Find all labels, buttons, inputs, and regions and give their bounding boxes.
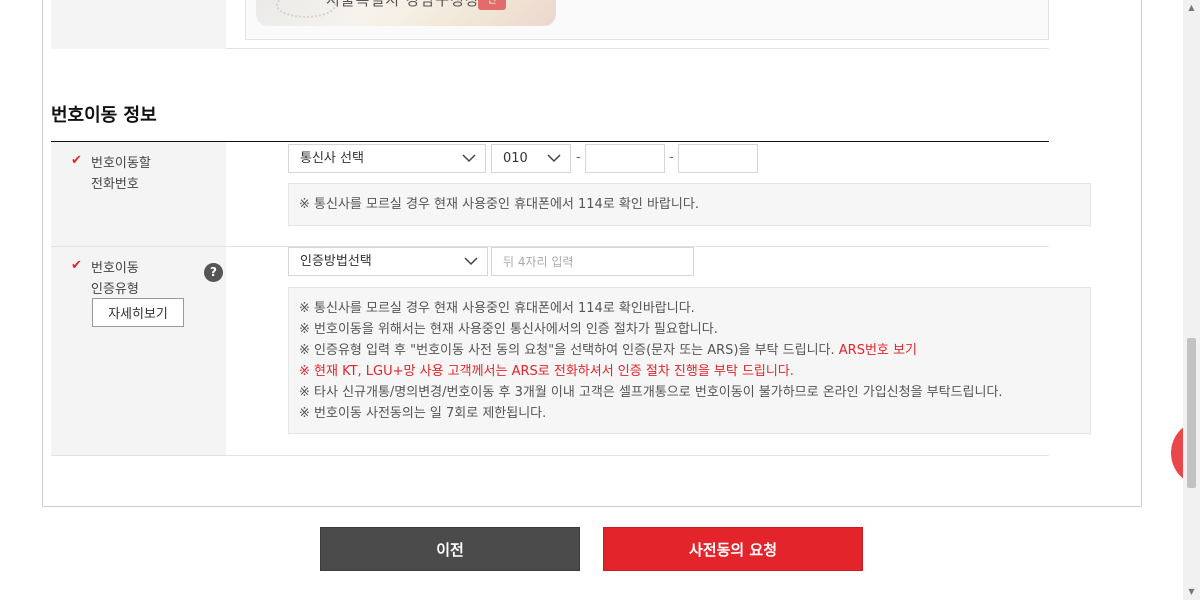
auth-method-select[interactable]: 인증방법선택 bbox=[288, 247, 488, 276]
chevron-down-icon bbox=[464, 257, 478, 266]
phone-notice-box: ※ 통신사를 모르실 경우 현재 사용중인 휴대폰에서 114로 확인 바랍니다… bbox=[288, 183, 1091, 226]
id-card-row: 서울특별시 강남구청장 인 bbox=[51, 0, 1049, 49]
auth-notice-line: ※ 인증유형 입력 후 "번호이동 사전 동의 요청"을 선택하여 인증(문자 … bbox=[299, 340, 1080, 361]
auth-notice-box: ※ 통신사를 모르실 경우 현재 사용중인 휴대폰에서 114로 확인바랍니다.… bbox=[288, 287, 1091, 434]
auth-type-label: 번호이동 인증유형 bbox=[91, 258, 139, 300]
chevron-down-icon bbox=[462, 154, 476, 163]
phone-number-row: ✔ 번호이동할 전화번호 통신사 선택 010 - - ※ 통신사를 모르실 경… bbox=[51, 142, 1091, 247]
phone-number-label-line2: 전화번호 bbox=[91, 177, 139, 192]
check-icon: ✔ bbox=[71, 258, 82, 273]
auth-notice-text: ※ 인증유형 입력 후 "번호이동 사전 동의 요청"을 선택하여 인증(문자 … bbox=[299, 343, 835, 358]
auth-method-select-value: 인증방법선택 bbox=[300, 254, 372, 269]
auth-type-row: ✔ 번호이동 인증유형 ? 자세히보기 인증방법선택 ※ 통신사를 모르실 경우… bbox=[51, 247, 1091, 456]
carrier-select[interactable]: 통신사 선택 bbox=[288, 144, 486, 173]
phone-notice-text: ※ 통신사를 모르실 경우 현재 사용중인 휴대폰에서 114로 확인 바랍니다… bbox=[299, 197, 699, 212]
phone-number-label-line1: 번호이동할 bbox=[91, 156, 151, 171]
request-consent-button[interactable]: 사전동의 요청 bbox=[603, 527, 863, 571]
scrollbar-thumb[interactable] bbox=[1187, 338, 1196, 488]
auth-notice-line: ※ 통신사를 모르실 경우 현재 사용중인 휴대폰에서 114로 확인바랍니다. bbox=[299, 301, 695, 316]
auth-notice-line: ※ 번호이동 사전동의는 일 7회로 제한됩니다. bbox=[299, 406, 547, 421]
phone-last-input[interactable] bbox=[678, 144, 758, 173]
chevron-down-icon bbox=[547, 154, 561, 163]
question-circle-icon[interactable]: ? bbox=[204, 263, 223, 282]
id-card-row-cell: 서울특별시 강남구청장 인 bbox=[245, 0, 1049, 40]
auth-type-label-line1: 번호이동 bbox=[91, 261, 139, 276]
prefix-select-value: 010 bbox=[503, 151, 528, 166]
scrollbar[interactable]: ▲ ▼ bbox=[1183, 0, 1200, 600]
check-icon: ✔ bbox=[71, 153, 82, 168]
phone-middle-input[interactable] bbox=[585, 144, 665, 173]
auth-type-header: ✔ 번호이동 인증유형 ? 자세히보기 bbox=[51, 247, 226, 455]
auth-type-label-line2: 인증유형 bbox=[91, 282, 139, 297]
section-title: 번호이동 정보 bbox=[51, 105, 157, 126]
phone-number-label: 번호이동할 전화번호 bbox=[91, 153, 151, 195]
scroll-down-icon[interactable]: ▼ bbox=[1187, 588, 1196, 596]
dash-separator: - bbox=[669, 150, 674, 165]
prefix-select[interactable]: 010 bbox=[491, 144, 571, 173]
id-card-seal: 인 bbox=[478, 0, 506, 10]
last4-input[interactable] bbox=[491, 247, 694, 276]
phone-number-header: ✔ 번호이동할 전화번호 bbox=[51, 142, 226, 246]
carrier-select-value: 통신사 선택 bbox=[300, 151, 364, 166]
prev-button[interactable]: 이전 bbox=[320, 527, 580, 571]
id-card-issuer: 서울특별시 강남구청장 bbox=[326, 0, 480, 9]
auth-notice-warning: ※ 현재 KT, LGU+망 사용 고객께서는 ARS로 전화하셔서 인증 절차… bbox=[299, 364, 794, 379]
dash-separator: - bbox=[576, 150, 581, 165]
auth-notice-line: ※ 타사 신규개통/명의변경/번호이동 후 3개월 이내 고객은 셀프개통으로 … bbox=[299, 385, 1003, 400]
id-card-row-header bbox=[51, 0, 226, 49]
id-card-image: 서울특별시 강남구청장 인 bbox=[256, 0, 556, 26]
ars-number-link[interactable]: ARS번호 보기 bbox=[839, 343, 917, 358]
scroll-up-icon[interactable]: ▲ bbox=[1187, 4, 1196, 12]
detail-view-button[interactable]: 자세히보기 bbox=[92, 298, 184, 327]
auth-notice-line: ※ 번호이동을 위해서는 현재 사용중인 통신사에서의 인증 절차가 필요합니다… bbox=[299, 322, 718, 337]
